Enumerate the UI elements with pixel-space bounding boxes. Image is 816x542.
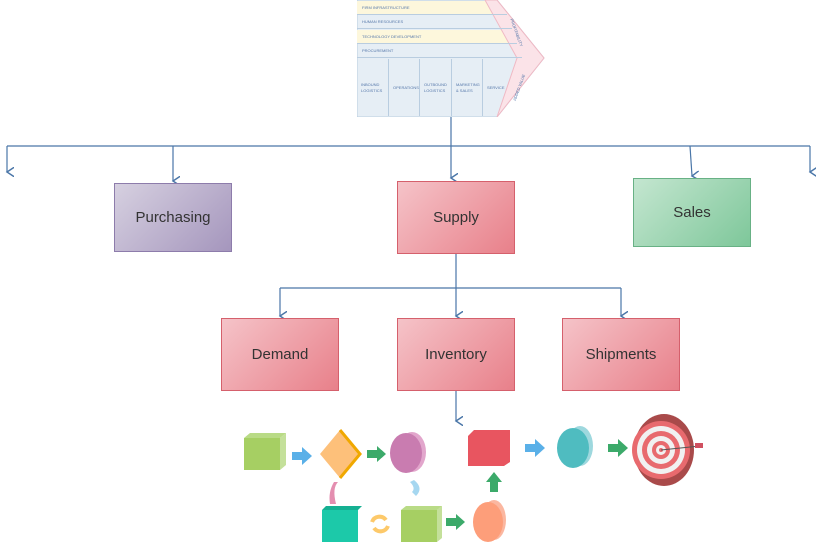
curved-arrow-icon — [329, 482, 338, 504]
salmon-disc-icon — [473, 500, 506, 542]
cycle-icon — [370, 514, 390, 534]
arrow-icon — [292, 447, 312, 465]
arrow-icon — [525, 439, 545, 457]
arrow-icon — [367, 446, 386, 462]
purple-disc-icon — [390, 432, 426, 473]
red-square-icon — [468, 430, 510, 466]
node-inventory[interactable]: Inventory — [397, 318, 515, 391]
teal-disc-icon — [557, 426, 593, 468]
green-cube-icon — [244, 433, 286, 470]
node-shipments[interactable]: Shipments — [562, 318, 680, 391]
target-icon — [632, 414, 703, 486]
arrow-icon — [608, 439, 628, 457]
node-demand[interactable]: Demand — [221, 318, 339, 391]
teal-cube-icon — [322, 506, 362, 542]
curved-arrow-icon — [410, 480, 420, 496]
arrow-icon — [446, 514, 465, 530]
arrow-icon — [486, 472, 502, 492]
green-cube-icon — [401, 506, 442, 542]
node-supply[interactable]: Supply — [397, 181, 515, 254]
orange-diamond-icon — [320, 429, 362, 479]
node-sales[interactable]: Sales — [633, 178, 751, 247]
node-purchasing[interactable]: Purchasing — [114, 183, 232, 252]
process-illustration — [244, 414, 703, 542]
